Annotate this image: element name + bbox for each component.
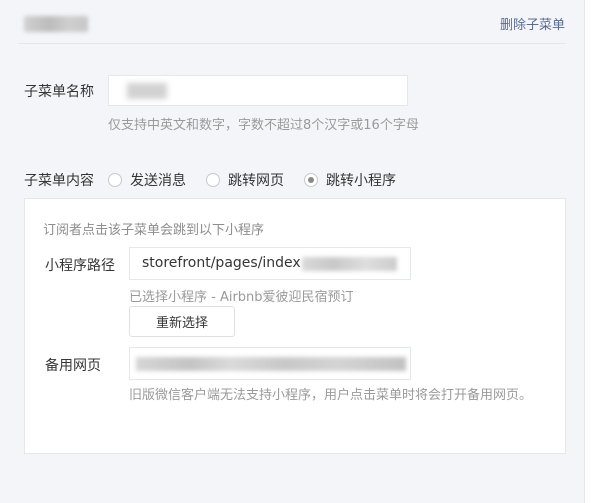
reselect-button[interactable]: 重新选择	[129, 306, 235, 337]
radio-label: 跳转网页	[228, 173, 284, 189]
miniprogram-path-label: 小程序路径	[45, 258, 115, 274]
backup-url-blurred	[136, 357, 406, 371]
backup-webpage-input[interactable]	[129, 347, 411, 380]
radio-circle-icon	[108, 173, 122, 187]
menu-content-label: 子菜单内容	[24, 173, 94, 189]
menu-content-radio-group: 发送消息 跳转网页 跳转小程序	[108, 170, 416, 190]
submenu-edit-panel: 删除子菜单 子菜单名称 仅支持中英文和数字，字数不超过8个汉字或16个字母 子菜…	[0, 0, 585, 503]
backup-webpage-label: 备用网页	[45, 358, 101, 374]
miniprogram-path-value: storefront/pages/index	[142, 255, 301, 271]
miniprogram-description: 订阅者点击该子菜单会跳到以下小程序	[43, 223, 265, 238]
menu-name-hint: 仅支持中英文和数字，字数不超过8个汉字或16个字母	[108, 118, 419, 133]
menu-name-input[interactable]	[108, 75, 408, 106]
divider	[18, 43, 566, 44]
path-suffix-blurred	[302, 257, 397, 271]
menu-name-label: 子菜单名称	[24, 84, 94, 100]
delete-submenu-link[interactable]: 删除子菜单	[500, 14, 565, 33]
radio-send-message[interactable]: 发送消息	[108, 170, 186, 190]
radio-label: 跳转小程序	[326, 173, 396, 189]
radio-open-miniprogram[interactable]: 跳转小程序	[304, 170, 396, 190]
selected-miniprogram-text: 已选择小程序 - Airbnb爱彼迎民宿预订	[129, 290, 354, 305]
radio-circle-icon	[206, 173, 220, 187]
radio-label: 发送消息	[130, 173, 186, 189]
submenu-title-blurred	[24, 16, 88, 32]
radio-open-webpage[interactable]: 跳转网页	[206, 170, 284, 190]
menu-name-value-blurred	[127, 83, 167, 99]
backup-webpage-note: 旧版微信客户端无法支持小程序，用户点击菜单时将会打开备用网页。	[129, 388, 533, 403]
radio-checked-icon	[304, 173, 318, 187]
miniprogram-path-input[interactable]: storefront/pages/index	[129, 247, 411, 280]
miniprogram-settings-box: 订阅者点击该子菜单会跳到以下小程序 小程序路径 storefront/pages…	[24, 198, 566, 454]
